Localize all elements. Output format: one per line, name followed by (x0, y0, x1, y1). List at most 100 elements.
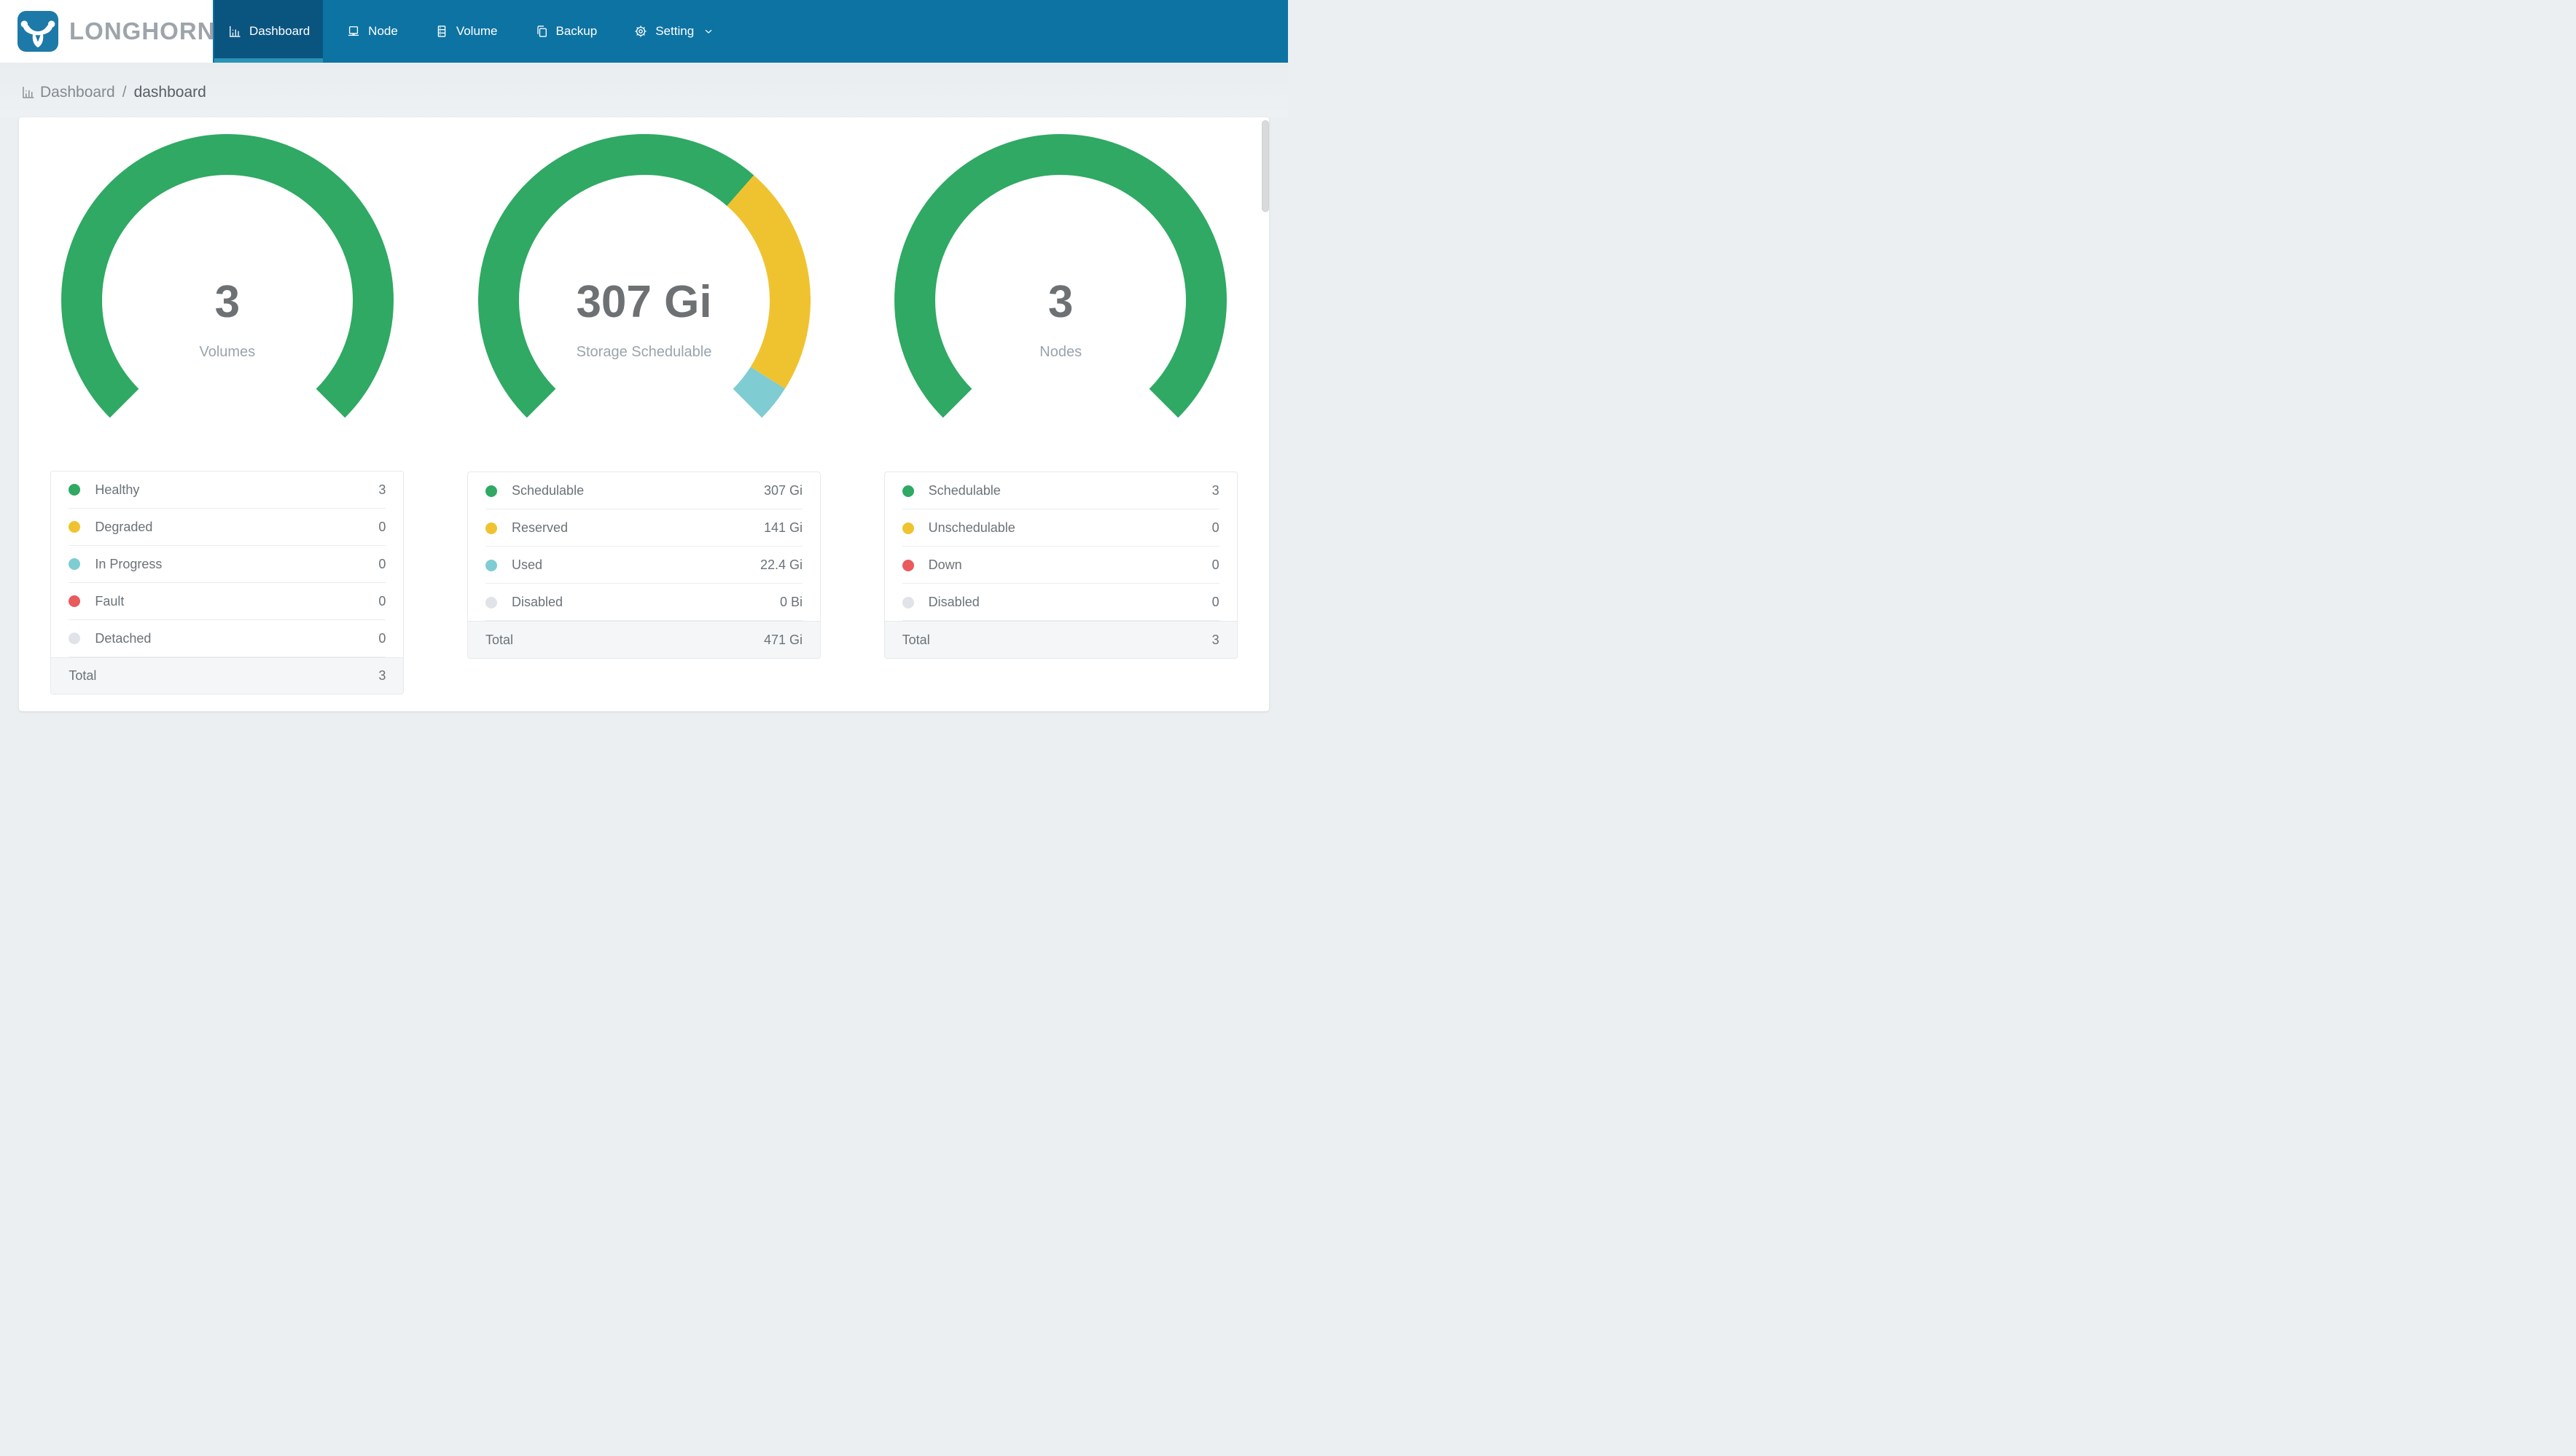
tab-label: Setting (655, 24, 695, 38)
total-row: Total 3 (884, 621, 1237, 658)
breadcrumb-current: dashboard (133, 83, 206, 101)
legend-value: 0 (378, 593, 386, 608)
legend-row: Down 0 (885, 547, 1237, 584)
yellow-dot (902, 522, 914, 534)
legend-row: Reserved 141 Gi (468, 509, 820, 547)
legend-value: 141 Gi (763, 520, 803, 535)
legend-row: Used 22.4 Gi (468, 547, 820, 584)
gauge-segment-used (732, 366, 785, 418)
volume-icon (437, 26, 446, 37)
red-dot (902, 559, 914, 571)
tab-backup[interactable]: Backup (521, 0, 611, 63)
gear-icon (635, 26, 647, 37)
total-label: Total (485, 632, 514, 647)
legend-label: Down (928, 557, 962, 572)
volumes-panel: 3 Volumes Healthy 3 Degraded 0 In Progress 0 F… (19, 134, 436, 694)
tab-label: Volume (456, 24, 498, 38)
legend-value: 0 (378, 519, 386, 534)
dashboard-icon (230, 26, 241, 37)
legend-label: Unschedulable (928, 520, 1015, 535)
tab-node[interactable]: Node (333, 0, 411, 63)
teal-dot (69, 558, 81, 571)
legend-value: 0 Bi (779, 595, 803, 609)
yellow-dot (485, 522, 497, 534)
chevron-down-icon (705, 29, 712, 34)
green-dot (902, 485, 914, 497)
legend-label: Schedulable (928, 483, 1001, 498)
breadcrumb: Dashboard / dashboard (0, 63, 1288, 117)
legend-row: Detached 0 (51, 620, 403, 657)
legend-value: 0 (1211, 557, 1219, 572)
nodes-gauge-chart (894, 134, 1227, 418)
legend-label: Schedulable (512, 483, 585, 498)
total-value: 3 (1211, 632, 1219, 647)
yellow-dot (69, 521, 81, 533)
legend-value: 0 (378, 556, 386, 571)
storage-panel: 307 Gi Storage Schedulable Schedulable 30… (436, 134, 853, 694)
green-dot (69, 484, 81, 496)
gray-dot (902, 596, 914, 608)
legend-label: Disabled (928, 595, 980, 609)
gauge-segment-schedulable (477, 134, 754, 418)
breadcrumb-section[interactable]: Dashboard (40, 84, 115, 101)
total-row: Total 3 (51, 657, 404, 694)
volumes-gauge-chart (61, 134, 394, 418)
storage-gauge-chart (477, 134, 811, 418)
bar-chart-icon (23, 87, 34, 98)
storage-legend-table: Schedulable 307 Gi Reserved 141 Gi Used 22.4 … (467, 471, 821, 659)
legend-value: 307 Gi (763, 483, 803, 498)
gauge-segment-healthy (61, 134, 394, 418)
breadcrumb-divider: / (122, 83, 127, 101)
legend-value: 22.4 Gi (760, 557, 803, 572)
backup-icon (536, 26, 547, 37)
node-icon (348, 26, 359, 36)
legend-label: Healthy (95, 482, 140, 497)
nodes-panel: 3 Nodes Schedulable 3 Unschedulable 0 Down 0 D… (852, 134, 1269, 694)
brand-name: LONGHORN (69, 17, 216, 44)
green-dot (485, 485, 497, 497)
tab-setting[interactable]: Setting (620, 0, 727, 63)
legend-value: 0 (1211, 595, 1219, 609)
longhorn-logo[interactable]: LONGHORN (0, 0, 216, 63)
tab-label: Node (368, 24, 398, 38)
longhorn-bull-icon (17, 11, 58, 52)
legend-value: 0 (1211, 520, 1219, 535)
gauge-segment-schedulable (894, 134, 1227, 418)
legend-label: Used (512, 557, 543, 572)
red-dot (69, 595, 81, 608)
tab-label: Dashboard (249, 24, 311, 38)
top-navbar: LONGHORN Dashboard Node Volume Backup Se… (0, 0, 1288, 63)
gray-dot (69, 633, 81, 645)
vertical-scrollbar-thumb[interactable] (1262, 120, 1269, 212)
dashboard-card: 3 Volumes Healthy 3 Degraded 0 In Progress 0 F… (19, 117, 1269, 711)
main-nav: Dashboard Node Volume Backup Setting (213, 0, 738, 63)
tab-dashboard[interactable]: Dashboard (214, 0, 324, 63)
legend-label: Reserved (512, 520, 569, 535)
legend-row: In Progress 0 (51, 546, 403, 583)
teal-dot (485, 559, 497, 571)
legend-row: Degraded 0 (51, 509, 403, 546)
volumes-legend-table: Healthy 3 Degraded 0 In Progress 0 Fault 0 Detac… (50, 470, 405, 694)
legend-label: Fault (95, 593, 125, 608)
legend-label: Disabled (512, 595, 563, 609)
legend-value: 0 (378, 630, 386, 646)
tab-volume[interactable]: Volume (421, 0, 511, 63)
tab-label: Backup (555, 24, 598, 38)
legend-label: Detached (95, 630, 152, 646)
legend-label: In Progress (95, 556, 163, 571)
legend-label: Degraded (95, 519, 153, 534)
legend-value: 3 (1211, 483, 1219, 498)
total-label: Total (902, 632, 930, 647)
legend-row: Schedulable 307 Gi (468, 472, 820, 509)
gray-dot (485, 596, 497, 608)
legend-row: Unschedulable 0 (885, 509, 1237, 547)
total-value: 471 Gi (763, 632, 803, 647)
legend-row: Fault 0 (51, 583, 403, 620)
total-row: Total 471 Gi (468, 621, 820, 658)
total-label: Total (69, 668, 97, 684)
total-value: 3 (378, 668, 386, 684)
legend-row: Disabled 0 Bi (468, 584, 820, 621)
gauge-segment-reserved (726, 175, 811, 389)
legend-value: 3 (378, 482, 386, 497)
legend-row: Healthy 3 (51, 471, 403, 509)
